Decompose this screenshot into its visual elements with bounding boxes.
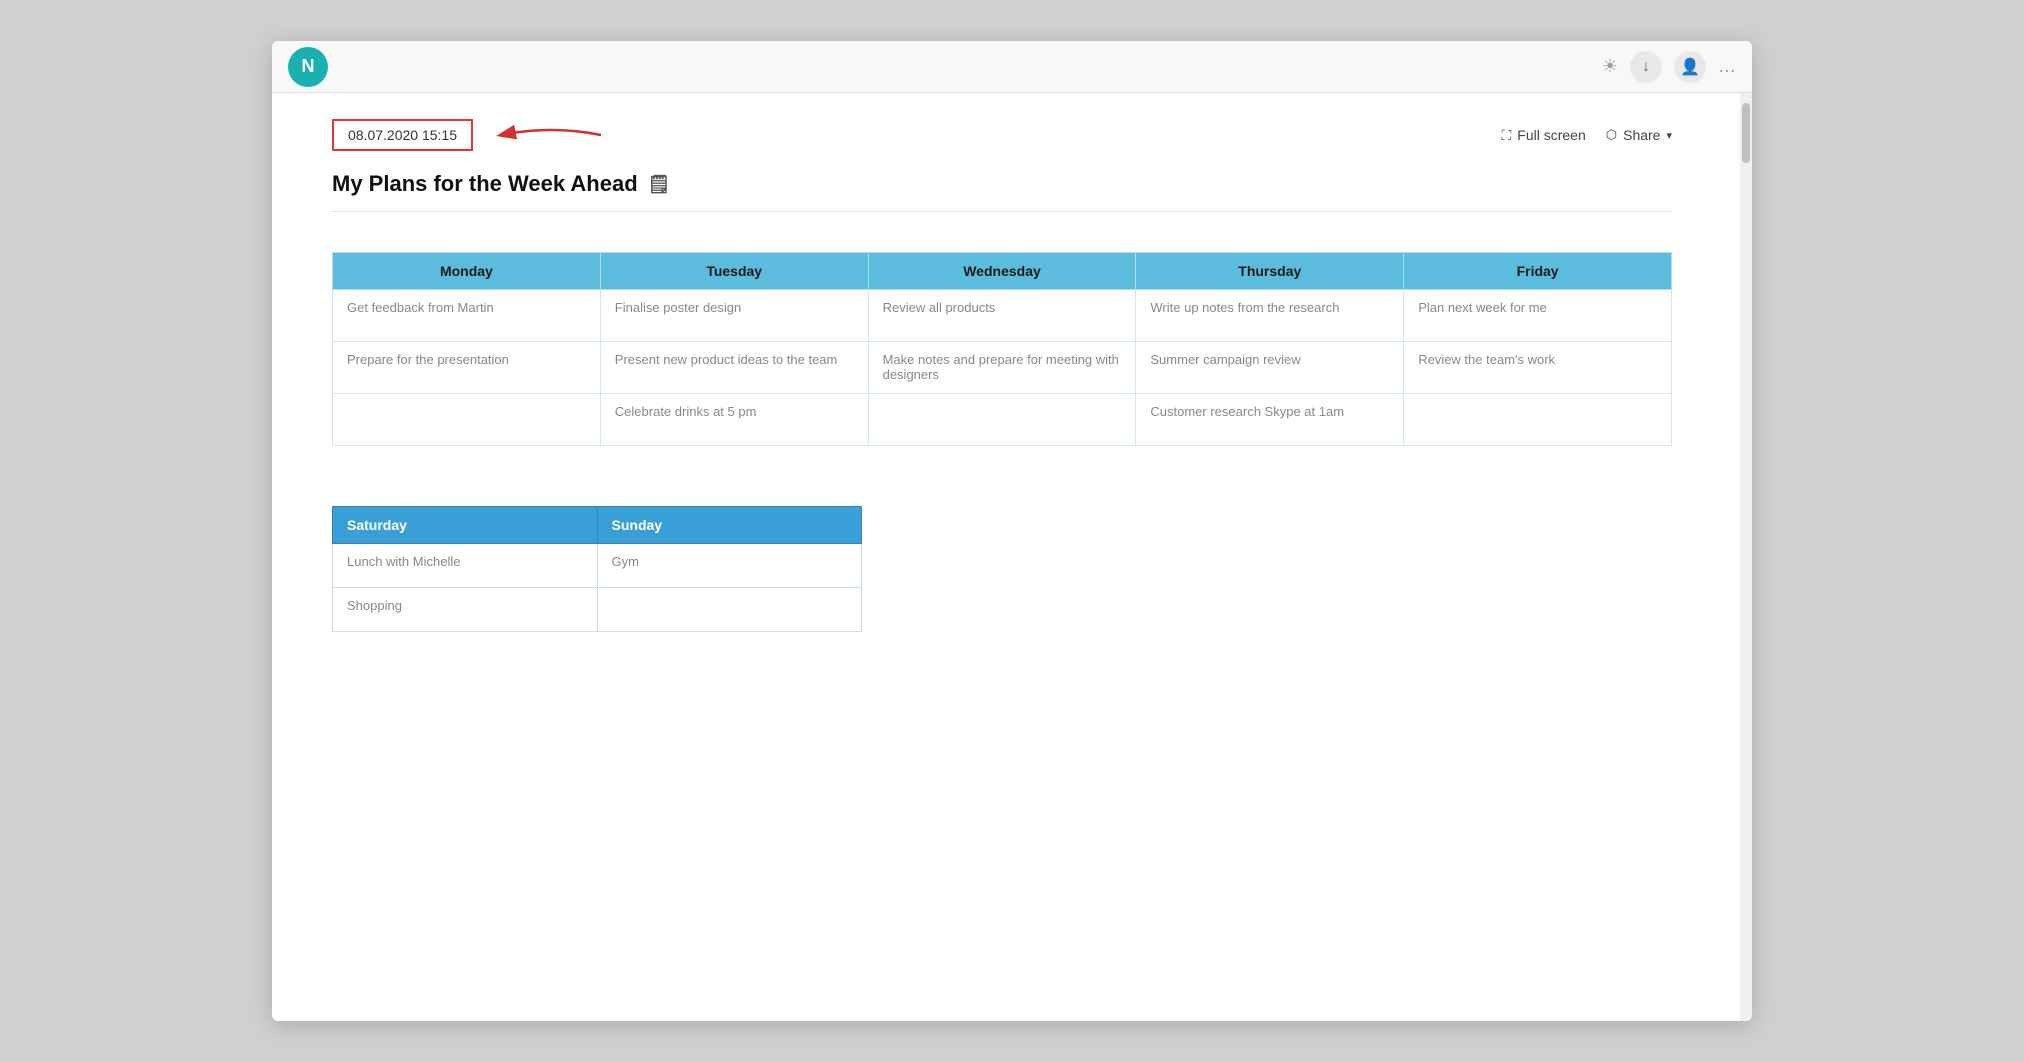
header-saturday: Saturday — [333, 507, 598, 544]
browser-window: N ☀ ↓ 👤 … 08.07.2020 15:15 — [272, 41, 1752, 1021]
cell-fri-1: Review the team's work — [1404, 342, 1672, 394]
notebook-icon: 🗒 — [648, 174, 671, 195]
header-friday: Friday — [1404, 253, 1672, 290]
weekend-header-row: Saturday Sunday — [333, 507, 862, 544]
download-icon: ↓ — [1642, 58, 1650, 76]
cell-wed-1: Make notes and prepare for meeting with … — [868, 342, 1136, 394]
content-area: 08.07.2020 15:15 ⛶ Full screen — [272, 93, 1752, 1021]
cell-sat-1: Shopping — [333, 588, 598, 632]
scrollbar[interactable] — [1740, 93, 1752, 1021]
cell-tue-2: Celebrate drinks at 5 pm — [600, 394, 868, 446]
doc-title-area: My Plans for the Week Ahead 🗒 — [272, 153, 1732, 197]
cell-mon-2 — [333, 394, 601, 446]
doc-header: 08.07.2020 15:15 ⛶ Full screen — [272, 93, 1732, 153]
table-row: Celebrate drinks at 5 pm Customer resear… — [333, 394, 1672, 446]
cell-mon-0: Get feedback from Martin — [333, 290, 601, 342]
cell-fri-0: Plan next week for me — [1404, 290, 1672, 342]
share-button[interactable]: ⬡ Share ▾ — [1606, 127, 1672, 143]
sun-icon: ☀ — [1602, 56, 1618, 77]
cell-wed-2 — [868, 394, 1136, 446]
fullscreen-icon: ⛶ — [1501, 127, 1511, 144]
cell-sun-1 — [597, 588, 862, 632]
table-header-row: Monday Tuesday Wednesday Thursday Friday — [333, 253, 1672, 290]
header-thursday: Thursday — [1136, 253, 1404, 290]
weekend-table: Saturday Sunday Lunch with Michelle Gym — [332, 506, 862, 632]
weekly-table: Monday Tuesday Wednesday Thursday Friday — [332, 252, 1672, 446]
cell-thu-2: Customer research Skype at 1am — [1136, 394, 1404, 446]
header-monday: Monday — [333, 253, 601, 290]
cell-mon-1: Prepare for the presentation — [333, 342, 601, 394]
fullscreen-button[interactable]: ⛶ Full screen — [1501, 127, 1585, 144]
share-icon: ⬡ — [1606, 127, 1617, 143]
user-button[interactable]: 👤 — [1674, 51, 1706, 83]
doc-header-actions: ⛶ Full screen ⬡ Share ▾ — [1501, 127, 1672, 144]
tables-area: Monday Tuesday Wednesday Thursday Friday — [272, 212, 1732, 632]
top-bar-left: N — [288, 47, 328, 87]
cell-sat-0: Lunch with Michelle — [333, 544, 598, 588]
top-bar-right: ☀ ↓ 👤 … — [1602, 51, 1736, 83]
header-wednesday: Wednesday — [868, 253, 1136, 290]
share-chevron-icon: ▾ — [1666, 129, 1672, 142]
header-sunday: Sunday — [597, 507, 862, 544]
scrollbar-thumb — [1742, 103, 1750, 163]
app-logo: N — [288, 47, 328, 87]
cell-wed-0: Review all products — [868, 290, 1136, 342]
table-row: Shopping — [333, 588, 862, 632]
cell-fri-2 — [1404, 394, 1672, 446]
cell-tue-0: Finalise poster design — [600, 290, 868, 342]
date-text: 08.07.2020 15:15 — [348, 127, 457, 143]
date-badge: 08.07.2020 15:15 — [332, 119, 473, 151]
header-tuesday: Tuesday — [600, 253, 868, 290]
top-bar: N ☀ ↓ 👤 … — [272, 41, 1752, 93]
arrow-annotation — [491, 117, 611, 153]
table-row: Lunch with Michelle Gym — [333, 544, 862, 588]
cell-tue-1: Present new product ideas to the team — [600, 342, 868, 394]
user-icon: 👤 — [1680, 57, 1700, 77]
download-button[interactable]: ↓ — [1630, 51, 1662, 83]
menu-dots: … — [1718, 56, 1736, 77]
page-title: My Plans for the Week Ahead 🗒 — [332, 171, 1672, 197]
cell-sun-0: Gym — [597, 544, 862, 588]
cell-thu-0: Write up notes from the research — [1136, 290, 1404, 342]
table-row: Get feedback from Martin Finalise poster… — [333, 290, 1672, 342]
table-row: Prepare for the presentation Present new… — [333, 342, 1672, 394]
cell-thu-1: Summer campaign review — [1136, 342, 1404, 394]
